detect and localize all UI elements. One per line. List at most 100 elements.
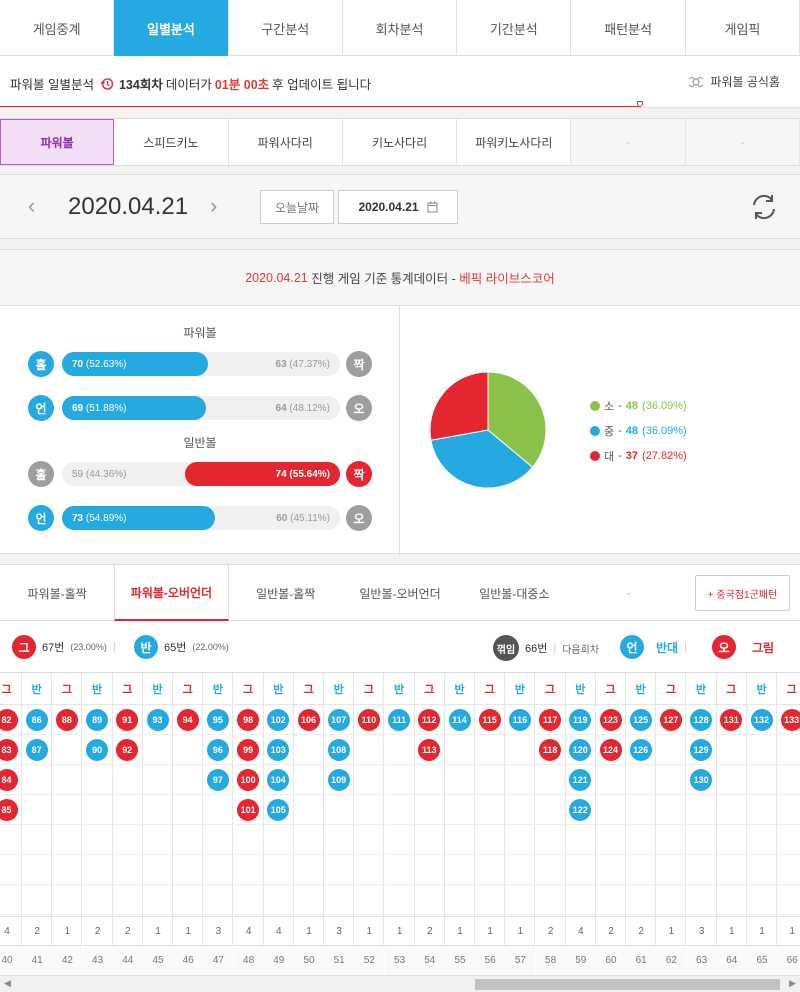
stat-other-value: 64 (48.12%) bbox=[276, 396, 330, 420]
round-ball[interactable]: 98 bbox=[237, 708, 260, 731]
round-ball[interactable]: 105 bbox=[267, 798, 290, 821]
round-ball[interactable]: 93 bbox=[146, 708, 169, 731]
round-ball[interactable]: 102 bbox=[267, 708, 290, 731]
round-ball[interactable]: 83 bbox=[0, 738, 18, 761]
nav-tab-2[interactable]: 구간분석 bbox=[229, 0, 343, 56]
nav-tab-1[interactable]: 일별분석 bbox=[114, 0, 229, 56]
game-tab-2[interactable]: 파워사다리 bbox=[229, 119, 343, 165]
column-index: 62 bbox=[656, 946, 687, 975]
round-ball[interactable]: 114 bbox=[448, 708, 471, 731]
round-ball[interactable]: 101 bbox=[237, 798, 260, 821]
refresh-icon[interactable] bbox=[748, 191, 780, 223]
round-ball[interactable]: 121 bbox=[569, 768, 592, 791]
pattern-tab-3[interactable]: 일반볼-오버언더 bbox=[343, 565, 457, 621]
round-ball[interactable]: 86 bbox=[25, 708, 48, 731]
round-ball[interactable]: 126 bbox=[629, 738, 652, 761]
round-ball[interactable]: 94 bbox=[176, 708, 199, 731]
grid-cell bbox=[82, 795, 112, 825]
grid-cell bbox=[354, 735, 384, 765]
round-ball[interactable]: 123 bbox=[599, 708, 622, 731]
pattern-tab-2[interactable]: 일반볼-홀짝 bbox=[229, 565, 343, 621]
round-ball[interactable]: 89 bbox=[86, 708, 109, 731]
round-ball[interactable]: 87 bbox=[25, 738, 48, 761]
round-ball[interactable]: 82 bbox=[0, 708, 18, 731]
legend-item: 대 - 37 (27.82%) bbox=[590, 448, 687, 464]
round-ball[interactable]: 124 bbox=[599, 738, 622, 761]
turn-badge: 꺾임 bbox=[493, 635, 519, 661]
next-date-icon[interactable]: › bbox=[210, 193, 217, 219]
round-ball[interactable]: 100 bbox=[237, 768, 260, 791]
pattern-tab-4[interactable]: 일반볼-대중소 bbox=[457, 565, 571, 621]
grid-cell bbox=[354, 825, 384, 855]
round-ball[interactable]: 113 bbox=[418, 738, 441, 761]
horizontal-scrollbar[interactable]: ◀ ▶ bbox=[0, 975, 800, 992]
round-ball[interactable]: 104 bbox=[267, 768, 290, 791]
round-ball[interactable]: 99 bbox=[237, 738, 260, 761]
china-pattern-button[interactable]: + 중국점1군패턴 bbox=[695, 575, 790, 611]
pattern-tab-5[interactable]: - bbox=[571, 565, 685, 621]
round-ball[interactable]: 95 bbox=[206, 708, 229, 731]
date-picker[interactable]: 2020.04.21 bbox=[338, 190, 458, 224]
round-ball[interactable]: 90 bbox=[86, 738, 109, 761]
nav-tab-6[interactable]: 게임픽 bbox=[686, 0, 800, 56]
grid-cell: 124 bbox=[596, 735, 625, 765]
game-tab-6[interactable]: - bbox=[685, 119, 800, 165]
round-ball[interactable]: 88 bbox=[55, 708, 78, 731]
round-ball[interactable]: 122 bbox=[569, 798, 592, 821]
round-ball[interactable]: 85 bbox=[0, 798, 18, 821]
pattern-tab-1[interactable]: 파워볼-오버언더 bbox=[114, 565, 229, 621]
round-ball[interactable]: 125 bbox=[629, 708, 652, 731]
prev-date-icon[interactable]: ‹ bbox=[28, 193, 35, 219]
grid-cell bbox=[747, 825, 776, 855]
round-ball[interactable]: 115 bbox=[478, 708, 501, 731]
round-ball[interactable]: 118 bbox=[539, 738, 562, 761]
scroll-thumb[interactable] bbox=[475, 979, 780, 990]
pattern-tab-0[interactable]: 파워볼-홀짝 bbox=[0, 565, 114, 621]
nav-tab-4[interactable]: 기간분석 bbox=[457, 0, 572, 56]
round-ball[interactable]: 116 bbox=[508, 708, 531, 731]
round-ball[interactable]: 97 bbox=[206, 768, 229, 791]
round-ball[interactable]: 84 bbox=[0, 768, 18, 791]
round-ball[interactable]: 132 bbox=[750, 708, 773, 731]
game-tab-1[interactable]: 스피드키노 bbox=[114, 119, 229, 165]
round-ball[interactable]: 107 bbox=[327, 708, 350, 731]
nav-tab-0[interactable]: 게임중계 bbox=[0, 0, 115, 56]
nav-tab-5[interactable]: 패턴분석 bbox=[571, 0, 686, 56]
round-ball[interactable]: 112 bbox=[418, 708, 441, 731]
round-ball[interactable]: 103 bbox=[267, 738, 290, 761]
round-ball[interactable]: 106 bbox=[297, 708, 320, 731]
game-tab-0[interactable]: 파워볼 bbox=[0, 119, 115, 165]
scroll-left-icon[interactable]: ◀ bbox=[4, 978, 11, 989]
next-reverse: 언 반대 | bbox=[620, 635, 687, 659]
today-button[interactable]: 오늘날짜 bbox=[260, 190, 334, 224]
round-ball[interactable]: 117 bbox=[539, 708, 562, 731]
game-tab-3[interactable]: 키노사다리 bbox=[343, 119, 458, 165]
round-ball[interactable]: 111 bbox=[388, 708, 411, 731]
nav-tab-3[interactable]: 회차분석 bbox=[343, 0, 458, 56]
round-ball[interactable]: 96 bbox=[206, 738, 229, 761]
column-index: 45 bbox=[143, 946, 173, 975]
official-home-link[interactable]: 파워볼 공식홈 bbox=[687, 73, 780, 90]
separator: | bbox=[553, 642, 557, 654]
round-ball[interactable]: 120 bbox=[569, 738, 592, 761]
round-ball[interactable]: 127 bbox=[659, 708, 682, 731]
round-ball[interactable]: 133 bbox=[780, 708, 800, 731]
grid-cell bbox=[747, 735, 776, 765]
round-ball[interactable]: 128 bbox=[690, 708, 713, 731]
game-tab-5[interactable]: - bbox=[571, 119, 686, 165]
round-ball[interactable]: 108 bbox=[327, 738, 350, 761]
round-ball[interactable]: 109 bbox=[327, 768, 350, 791]
stat-other-value: 63 (47.37%) bbox=[276, 352, 330, 376]
round-ball[interactable]: 110 bbox=[357, 708, 380, 731]
round-ball[interactable]: 91 bbox=[116, 708, 139, 731]
column-index: 59 bbox=[565, 946, 596, 975]
game-tab-4[interactable]: 파워키노사다리 bbox=[457, 119, 572, 165]
grid-cell: 89 bbox=[82, 705, 112, 735]
round-ball[interactable]: 130 bbox=[690, 768, 713, 791]
round-ball[interactable]: 129 bbox=[690, 738, 713, 761]
grid-cell bbox=[445, 795, 474, 825]
round-ball[interactable]: 131 bbox=[720, 708, 743, 731]
round-ball[interactable]: 92 bbox=[116, 738, 139, 761]
scroll-right-icon[interactable]: ▶ bbox=[789, 978, 796, 989]
round-ball[interactable]: 119 bbox=[569, 708, 592, 731]
